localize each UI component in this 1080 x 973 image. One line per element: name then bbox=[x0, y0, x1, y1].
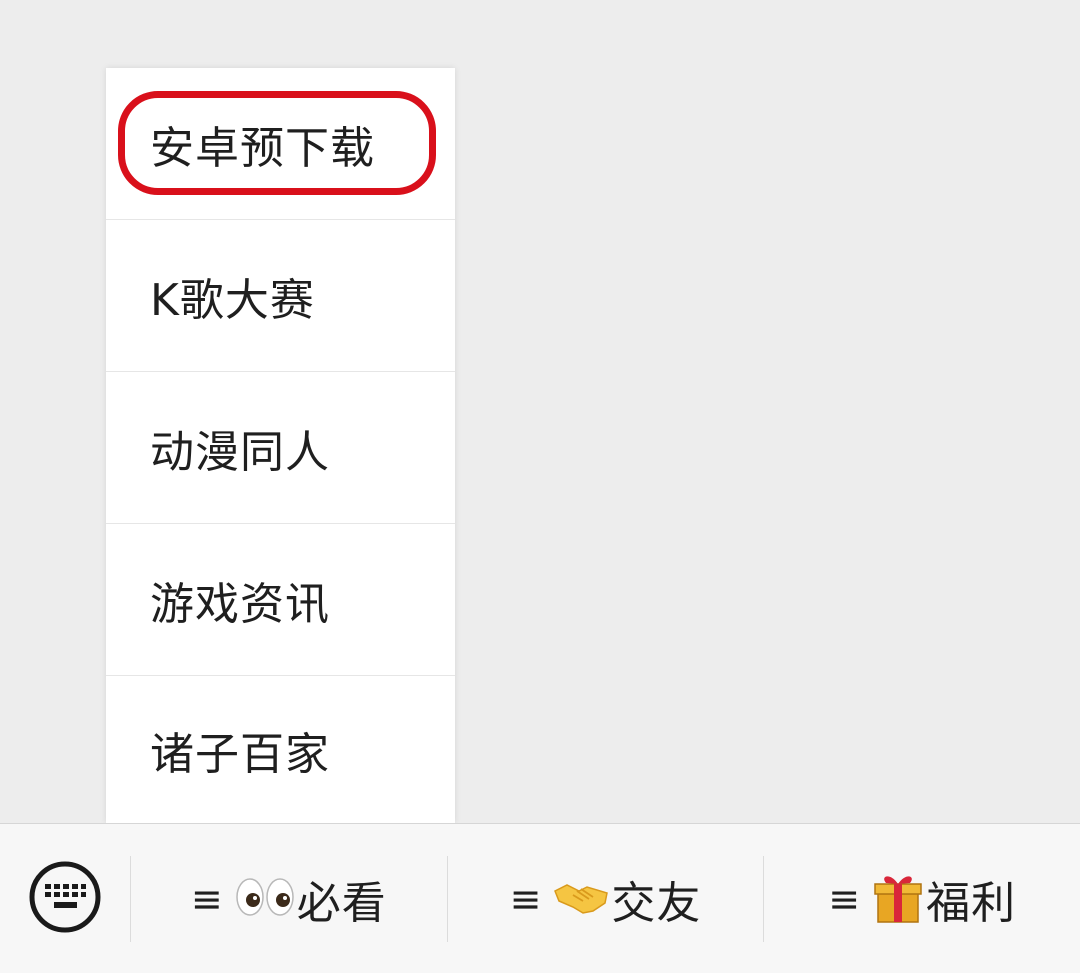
submenu-item-karaoke-contest[interactable]: K歌大赛 bbox=[106, 220, 455, 372]
submenu-item-label: 诸子百家 bbox=[150, 728, 330, 780]
submenu-item-label: 安卓预下载 bbox=[150, 122, 375, 174]
submenu-item-label: 动漫同人 bbox=[150, 426, 330, 478]
menu-tab-label: 交友 bbox=[611, 877, 702, 929]
menu-icon: ≡ bbox=[190, 876, 223, 921]
submenu-popup: 安卓预下载 K歌大赛 动漫同人 游戏资讯 诸子百家 bbox=[106, 68, 455, 823]
submenu-item-game-news[interactable]: 游戏资讯 bbox=[106, 524, 455, 676]
gift-emoji-icon bbox=[872, 870, 924, 928]
menu-icon: ≡ bbox=[509, 876, 542, 921]
menu-tab-must-see[interactable]: ≡ 必看 bbox=[131, 824, 447, 973]
menu-tab-label: 福利 bbox=[926, 877, 1017, 929]
menu-tab-make-friends[interactable]: ≡ 交友 bbox=[448, 824, 764, 973]
submenu-item-hundred-schools[interactable]: 诸子百家 bbox=[106, 676, 455, 823]
bottom-menu-bar: ≡ 必看 ≡ 交友 ≡ 福利 bbox=[0, 823, 1080, 973]
submenu-item-label: K歌大赛 bbox=[150, 274, 315, 326]
menu-tab-benefits[interactable]: ≡ 福利 bbox=[764, 824, 1080, 973]
submenu-item-android-predownload[interactable]: 安卓预下载 bbox=[106, 68, 455, 220]
handshake-emoji-icon bbox=[553, 877, 609, 921]
keyboard-toggle-button[interactable] bbox=[0, 824, 130, 973]
menu-tab-label: 必看 bbox=[296, 877, 387, 929]
eyes-emoji-icon bbox=[235, 877, 295, 921]
keyboard-icon bbox=[28, 860, 102, 938]
chat-screen: 安卓预下载 K歌大赛 动漫同人 游戏资讯 诸子百家 ≡ 必看 ≡ 交友 ≡ 福利 bbox=[0, 0, 1080, 973]
submenu-item-label: 游戏资讯 bbox=[150, 578, 330, 630]
menu-icon: ≡ bbox=[828, 876, 861, 921]
submenu-item-anime-fan[interactable]: 动漫同人 bbox=[106, 372, 455, 524]
